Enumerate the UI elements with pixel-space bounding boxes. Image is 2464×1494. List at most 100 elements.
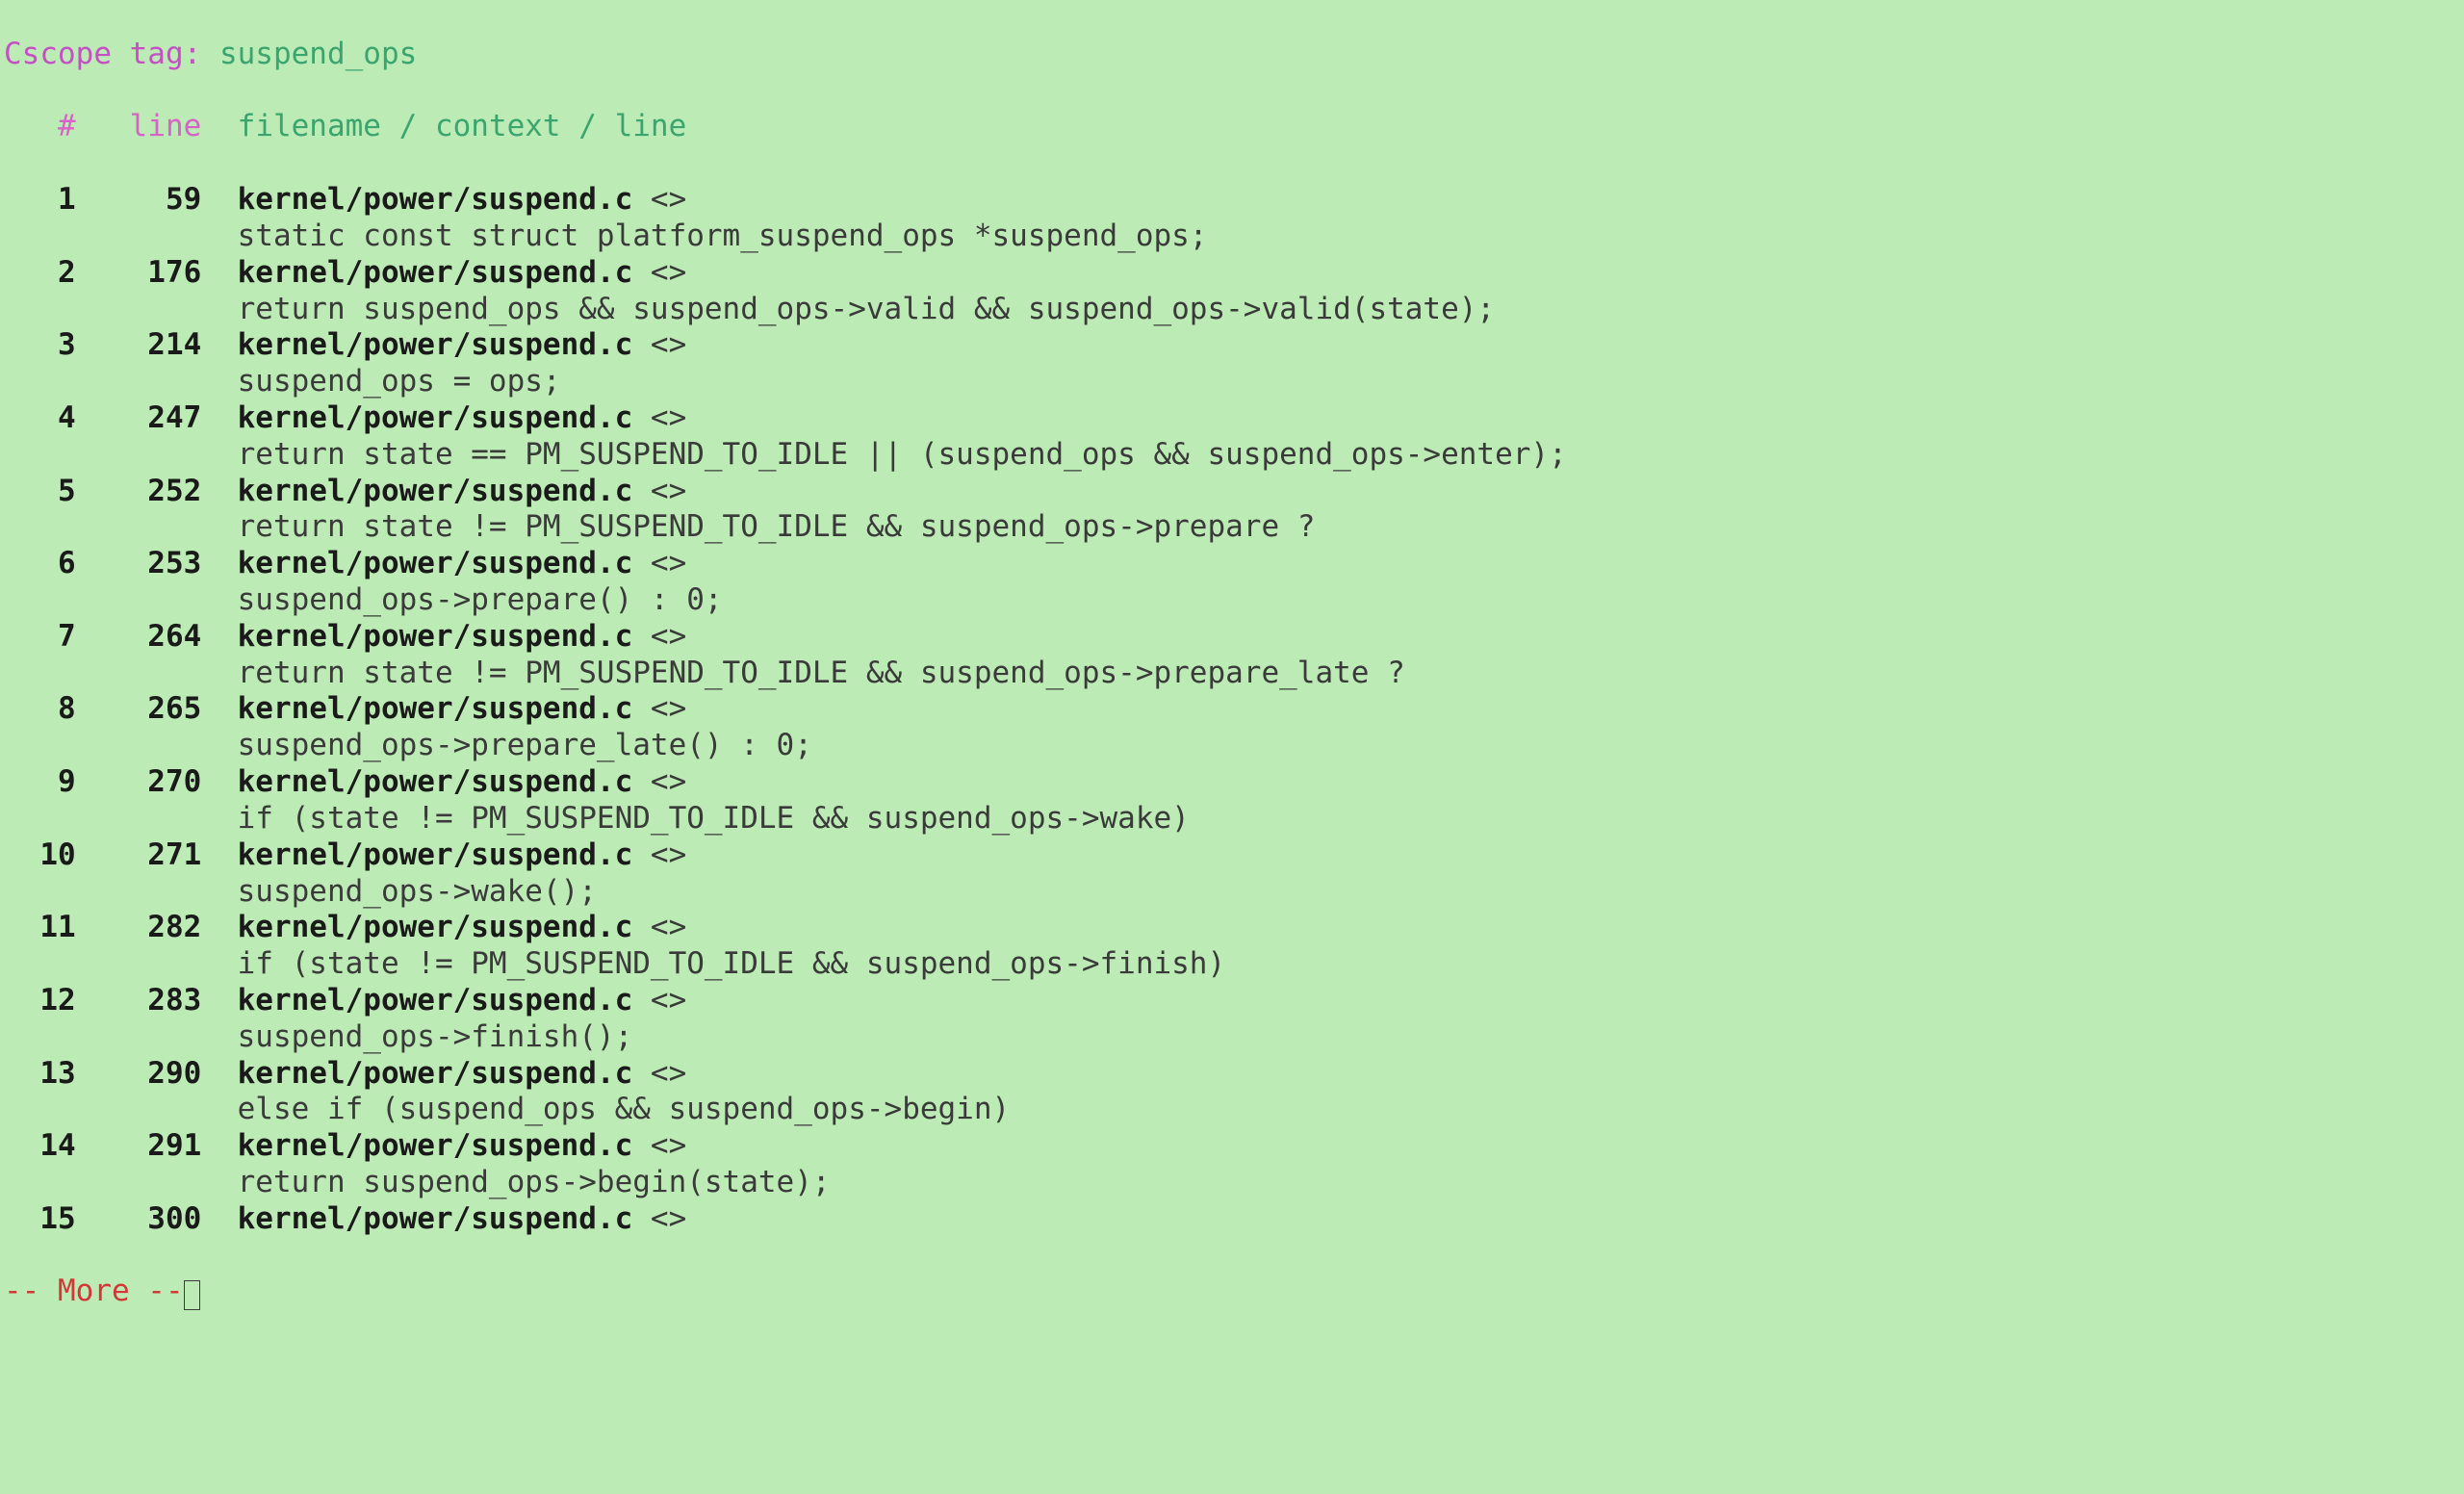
entry-index: 4 [4,400,76,435]
entry-context: <> [632,691,686,726]
entry-context: <> [632,983,686,1017]
entry-filename: kernel/power/suspend.c [238,691,633,726]
cscope-title-prefix: Cscope tag: [4,37,219,71]
entry-context: <> [632,837,686,872]
entry-code-text: suspend_ops->wake(); [238,874,597,909]
more-prompt-row[interactable]: -- More -- [4,1274,2460,1310]
entry-filename: kernel/power/suspend.c [238,1201,633,1236]
entry-index: 12 [4,983,76,1017]
cscope-entry[interactable]: 11 282 kernel/power/suspend.c <> [4,910,2460,946]
entry-line-number: 176 [76,255,202,290]
entry-line-number: 291 [76,1128,202,1163]
cscope-entry[interactable]: 10 271 kernel/power/suspend.c <> [4,837,2460,874]
column-header-file-label: filename / context / line [238,109,687,143]
entry-line-number: 265 [76,691,202,726]
entry-index: 2 [4,255,76,290]
cscope-entry-code: if (state != PM_SUSPEND_TO_IDLE && suspe… [4,801,2460,837]
cscope-entry-code: suspend_ops->prepare() : 0; [4,582,2460,619]
entry-context: <> [632,182,686,217]
entry-code-text: if (state != PM_SUSPEND_TO_IDLE && suspe… [238,801,1190,836]
entry-context: <> [632,764,686,799]
cscope-entry-code: suspend_ops->wake(); [4,874,2460,911]
cscope-entry-code: if (state != PM_SUSPEND_TO_IDLE && suspe… [4,946,2460,983]
more-prompt: -- More -- [4,1274,184,1308]
terminal-screen[interactable]: Cscope tag: suspend_ops # line filename … [0,0,2464,1347]
cscope-entry[interactable]: 9 270 kernel/power/suspend.c <> [4,764,2460,801]
cscope-entry-code: suspend_ops = ops; [4,364,2460,400]
cscope-entry[interactable]: 7 264 kernel/power/suspend.c <> [4,619,2460,656]
entry-filename: kernel/power/suspend.c [238,327,633,362]
cscope-entry[interactable]: 8 265 kernel/power/suspend.c <> [4,691,2460,728]
entry-context: <> [632,546,686,580]
cscope-entry[interactable]: 5 252 kernel/power/suspend.c <> [4,474,2460,510]
entry-line-number: 282 [76,910,202,944]
entry-context: <> [632,1201,686,1236]
cscope-entry-code: return state != PM_SUSPEND_TO_IDLE && su… [4,656,2460,692]
entry-filename: kernel/power/suspend.c [238,1056,633,1091]
entry-code-text: suspend_ops = ops; [238,364,561,399]
entry-filename: kernel/power/suspend.c [238,474,633,508]
entry-filename: kernel/power/suspend.c [238,619,633,654]
cscope-entry-code: return state == PM_SUSPEND_TO_IDLE || (s… [4,437,2460,474]
entry-filename: kernel/power/suspend.c [238,764,633,799]
column-header-line-label: line [130,109,202,143]
entry-line-number: 253 [76,546,202,580]
cscope-entry[interactable]: 1 59 kernel/power/suspend.c <> [4,182,2460,219]
entry-context: <> [632,1128,686,1163]
cscope-entry-code: return suspend_ops && suspend_ops->valid… [4,292,2460,328]
entry-code-text: suspend_ops->finish(); [238,1019,633,1054]
entry-code-text: return state != PM_SUSPEND_TO_IDLE && su… [238,509,1316,544]
entry-code-text: return suspend_ops && suspend_ops->valid… [238,292,1495,326]
entry-line-number: 283 [76,983,202,1017]
cscope-entry-list: 1 59 kernel/power/suspend.c <> static co… [4,182,2460,1238]
entry-index: 7 [4,619,76,654]
entry-line-number: 270 [76,764,202,799]
entry-filename: kernel/power/suspend.c [238,182,633,217]
entry-line-number: 300 [76,1201,202,1236]
cscope-title-line: Cscope tag: suspend_ops [4,37,2460,73]
cscope-entry[interactable]: 4 247 kernel/power/suspend.c <> [4,400,2460,437]
entry-context: <> [632,255,686,290]
cscope-entry[interactable]: 2 176 kernel/power/suspend.c <> [4,255,2460,292]
entry-index: 13 [4,1056,76,1091]
cscope-entry-code: suspend_ops->finish(); [4,1019,2460,1056]
cscope-entry[interactable]: 12 283 kernel/power/suspend.c <> [4,983,2460,1019]
entry-code-text: static const struct platform_suspend_ops… [238,219,1208,253]
entry-filename: kernel/power/suspend.c [238,983,633,1017]
entry-filename: kernel/power/suspend.c [238,1128,633,1163]
entry-code-text: return state == PM_SUSPEND_TO_IDLE || (s… [238,437,1567,472]
entry-line-number: 214 [76,327,202,362]
entry-code-text: suspend_ops->prepare_late() : 0; [238,728,812,762]
entry-code-text: else if (suspend_ops && suspend_ops->beg… [238,1092,1011,1126]
entry-filename: kernel/power/suspend.c [238,546,633,580]
entry-index: 10 [4,837,76,872]
entry-filename: kernel/power/suspend.c [238,910,633,944]
cscope-tag-name: suspend_ops [219,37,417,71]
entry-line-number: 59 [76,182,202,217]
entry-index: 9 [4,764,76,799]
entry-context: <> [632,619,686,654]
cscope-entry-code: return state != PM_SUSPEND_TO_IDLE && su… [4,509,2460,546]
entry-index: 1 [4,182,76,217]
entry-index: 14 [4,1128,76,1163]
cscope-entry[interactable]: 3 214 kernel/power/suspend.c <> [4,327,2460,364]
entry-index: 11 [4,910,76,944]
entry-context: <> [632,327,686,362]
cscope-entry[interactable]: 6 253 kernel/power/suspend.c <> [4,546,2460,582]
column-header-hash-label: # [58,109,76,143]
cscope-entry[interactable]: 14 291 kernel/power/suspend.c <> [4,1128,2460,1165]
entry-line-number: 264 [76,619,202,654]
entry-filename: kernel/power/suspend.c [238,400,633,435]
cscope-entry[interactable]: 13 290 kernel/power/suspend.c <> [4,1056,2460,1093]
column-header-row: # line filename / context / line [4,109,2460,145]
cscope-entry-code: else if (suspend_ops && suspend_ops->beg… [4,1092,2460,1128]
entry-filename: kernel/power/suspend.c [238,255,633,290]
entry-line-number: 271 [76,837,202,872]
entry-context: <> [632,910,686,944]
entry-code-text: return state != PM_SUSPEND_TO_IDLE && su… [238,656,1405,690]
entry-context: <> [632,400,686,435]
entry-index: 3 [4,327,76,362]
cscope-entry[interactable]: 15 300 kernel/power/suspend.c <> [4,1201,2460,1238]
entry-code-text: if (state != PM_SUSPEND_TO_IDLE && suspe… [238,946,1226,981]
column-header-hash [4,109,58,143]
